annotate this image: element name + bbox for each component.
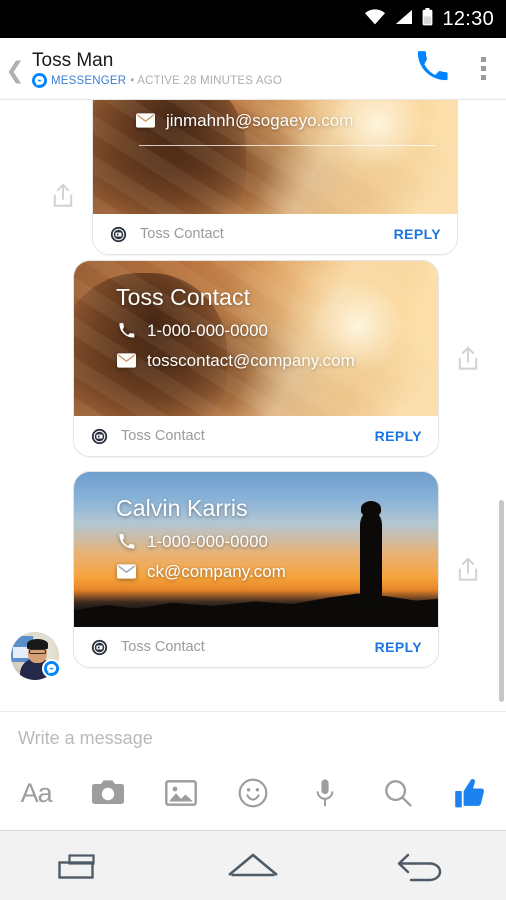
search-icon[interactable] — [361, 778, 433, 808]
envelope-icon — [116, 353, 136, 368]
card-app-label: Toss Contact — [140, 226, 224, 242]
card-footer: Toss Contact REPLY — [93, 214, 457, 254]
card-divider — [139, 145, 435, 146]
status-bar: 12:30 — [0, 0, 506, 38]
card-overlay: Calvin Karris 1-000-000-0000 ck@company.… — [74, 472, 438, 627]
contact-email: tosscontact@company.com — [147, 351, 355, 370]
phone-icon — [116, 533, 136, 550]
contact-phone: 1-000-000-0000 — [147, 321, 268, 340]
card-image: jinmahnh@sogaeyo.com — [93, 100, 457, 214]
text-format-icon[interactable]: Aa — [0, 778, 72, 809]
header-activity-status: • ACTIVE 28 MINUTES AGO — [130, 74, 283, 87]
card-footer: Toss Contact REPLY — [74, 416, 438, 456]
contact-email-line: jinmahnh@sogaeyo.com — [135, 110, 457, 131]
toss-contact-app-icon — [91, 639, 108, 656]
contact-name: Calvin Karris — [116, 495, 248, 521]
message-thread[interactable]: jinmahnh@sogaeyo.com Toss Contact REPLY — [0, 100, 506, 711]
composer-tools: Aa — [0, 764, 506, 822]
page-title: Toss Man — [32, 50, 114, 71]
status-bar-clock: 12:30 — [442, 7, 494, 30]
messenger-screen: 12:30 ❮ Toss Man MESSENGER • ACTIVE 28 M… — [0, 0, 506, 900]
card-image: Calvin Karris 1-000-000-0000 ck@company.… — [74, 472, 438, 627]
phone-icon — [415, 49, 449, 88]
card-app-label: Toss Contact — [121, 428, 205, 444]
contact-phone-line: 1-000-000-0000 — [116, 320, 438, 341]
message-row: Toss Contact 1-000-000-0000 tosscontact@… — [73, 260, 481, 457]
toss-contact-app-icon — [91, 428, 108, 445]
contact-email: jinmahnh@sogaeyo.com — [166, 111, 354, 130]
contact-email-line: tosscontact@company.com — [116, 350, 438, 371]
header-subtitle: MESSENGER • ACTIVE 28 MINUTES AGO — [32, 73, 404, 88]
contact-card[interactable]: Toss Contact 1-000-000-0000 tosscontact@… — [73, 260, 439, 457]
card-footer: Toss Contact REPLY — [74, 627, 438, 667]
battery-icon — [422, 7, 433, 31]
header-brand-label: MESSENGER — [51, 74, 127, 87]
card-overlay: jinmahnh@sogaeyo.com — [93, 100, 457, 214]
contact-name: Toss Contact — [116, 284, 251, 310]
back-button[interactable]: ❮ — [2, 57, 28, 84]
share-upload-icon[interactable] — [455, 345, 481, 373]
conversation-header: ❮ Toss Man MESSENGER • ACTIVE 28 MINUTES… — [0, 38, 506, 100]
call-button[interactable] — [404, 49, 460, 88]
photo-gallery-icon[interactable] — [145, 779, 217, 807]
camera-icon[interactable] — [72, 779, 144, 807]
envelope-icon — [116, 564, 136, 579]
share-upload-icon[interactable] — [455, 556, 481, 584]
message-input[interactable] — [18, 728, 458, 749]
recents-icon[interactable] — [0, 849, 169, 883]
contact-phone-line: 1-000-000-0000 — [116, 531, 438, 552]
reply-button[interactable]: REPLY — [394, 226, 441, 242]
message-row: jinmahnh@sogaeyo.com Toss Contact REPLY — [50, 100, 458, 255]
microphone-icon[interactable] — [289, 778, 361, 808]
messenger-badge-icon — [32, 73, 47, 88]
cellular-signal-icon — [395, 9, 413, 30]
messenger-badge-icon — [42, 659, 61, 678]
home-icon[interactable] — [169, 849, 338, 883]
reply-button[interactable]: REPLY — [375, 639, 422, 655]
envelope-icon — [135, 113, 155, 128]
android-navigation-bar — [0, 830, 506, 900]
share-upload-icon[interactable] — [50, 182, 76, 210]
card-app-label: Toss Contact — [121, 639, 205, 655]
toss-contact-app-icon — [110, 226, 127, 243]
back-icon[interactable] — [337, 849, 506, 883]
emoji-smiley-icon[interactable] — [217, 778, 289, 808]
header-text-block[interactable]: Toss Man MESSENGER • ACTIVE 28 MINUTES A… — [28, 49, 404, 88]
card-overlay: Toss Contact 1-000-000-0000 tosscontact@… — [74, 261, 438, 416]
more-vertical-icon[interactable] — [460, 57, 506, 80]
message-composer: Aa — [0, 711, 506, 830]
contact-phone: 1-000-000-0000 — [147, 532, 268, 551]
message-row: Calvin Karris 1-000-000-0000 ck@company.… — [73, 471, 481, 668]
phone-icon — [116, 322, 136, 339]
thread-scrollbar[interactable] — [499, 500, 504, 702]
contact-card[interactable]: Calvin Karris 1-000-000-0000 ck@company.… — [73, 471, 439, 668]
contact-email-line: ck@company.com — [116, 561, 438, 582]
card-image: Toss Contact 1-000-000-0000 tosscontact@… — [74, 261, 438, 416]
wifi-icon — [364, 8, 386, 30]
contact-email: ck@company.com — [147, 562, 286, 581]
thumbs-up-icon[interactable] — [434, 775, 506, 811]
reply-button[interactable]: REPLY — [375, 428, 422, 444]
contact-card[interactable]: jinmahnh@sogaeyo.com Toss Contact REPLY — [92, 100, 458, 255]
